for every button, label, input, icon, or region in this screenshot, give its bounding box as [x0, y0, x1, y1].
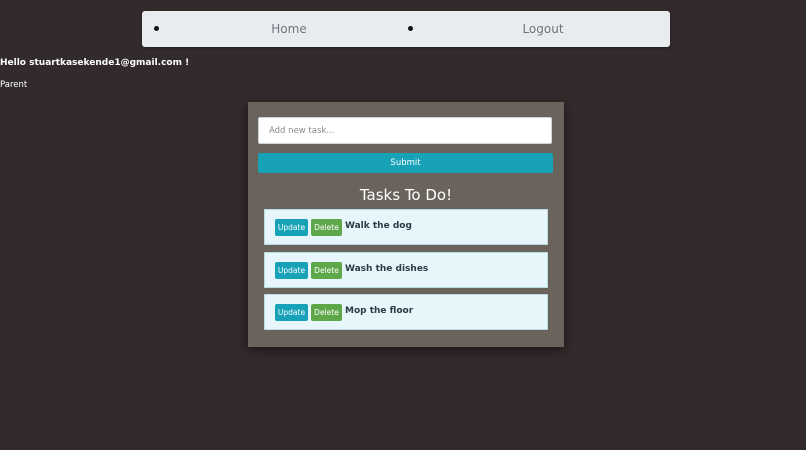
- update-button[interactable]: Update: [275, 219, 308, 236]
- delete-button[interactable]: Delete: [311, 262, 342, 279]
- user-greeting: Hello stuartkasekende1@gmail.com !: [0, 58, 190, 68]
- update-button[interactable]: Update: [275, 262, 308, 279]
- nav-link-logout[interactable]: Logout: [416, 11, 670, 47]
- task-item: Update Delete Wash the dishes: [264, 252, 548, 288]
- task-text: Walk the dog: [345, 221, 412, 231]
- submit-button[interactable]: Submit: [258, 153, 553, 173]
- delete-button[interactable]: Delete: [311, 219, 342, 236]
- nav-link-home[interactable]: Home: [162, 11, 416, 47]
- update-button[interactable]: Update: [275, 304, 308, 321]
- nav-list: Home Logout: [142, 11, 670, 47]
- navbar: Home Logout: [142, 11, 670, 47]
- new-task-input[interactable]: [258, 117, 552, 144]
- task-panel: Submit Tasks To Do! Update Delete Walk t…: [248, 102, 564, 347]
- user-role: Parent: [0, 80, 28, 90]
- task-item: Update Delete Mop the floor: [264, 294, 548, 330]
- task-item: Update Delete Walk the dog: [264, 209, 548, 245]
- task-list-title: Tasks To Do!: [359, 186, 453, 204]
- bullet-icon: [408, 26, 413, 31]
- delete-button[interactable]: Delete: [311, 304, 342, 321]
- task-text: Wash the dishes: [345, 264, 429, 274]
- task-text: Mop the floor: [345, 306, 414, 316]
- bullet-icon: [154, 26, 159, 31]
